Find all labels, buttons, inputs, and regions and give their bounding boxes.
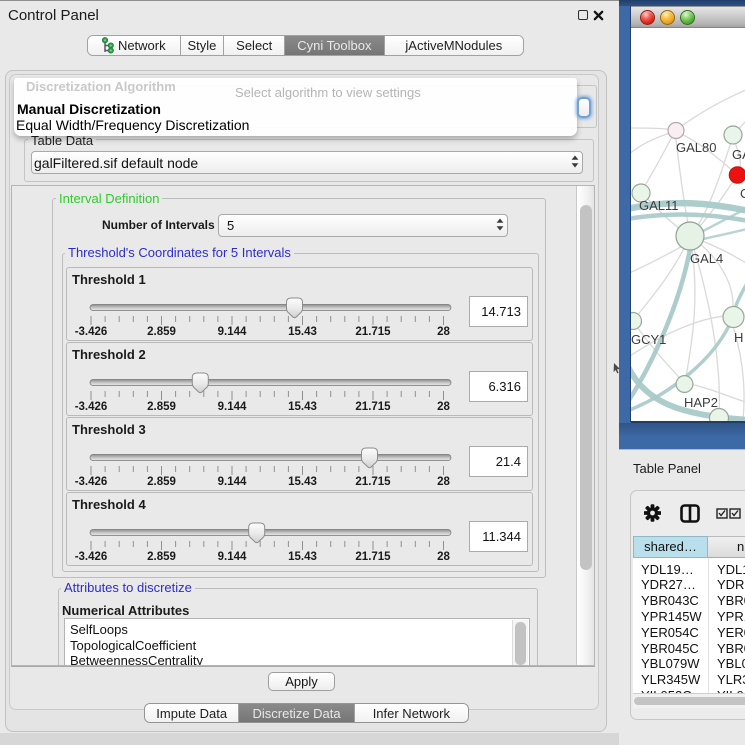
svg-text:28: 28 [437, 476, 450, 488]
svg-text:GAL11: GAL11 [639, 198, 679, 213]
svg-text:C: C [740, 186, 745, 201]
svg-text:H: H [734, 330, 743, 345]
svg-text:21.715: 21.715 [355, 551, 391, 563]
svg-text:15.43: 15.43 [288, 326, 317, 338]
svg-text:15.43: 15.43 [288, 401, 317, 413]
svg-text:-3.426: -3.426 [75, 551, 108, 563]
svg-text:GCY1: GCY1 [631, 332, 666, 347]
svg-text:-3.426: -3.426 [75, 326, 108, 338]
svg-text:2.859: 2.859 [147, 476, 176, 488]
svg-text:9.144: 9.144 [218, 551, 247, 563]
svg-text:-3.426: -3.426 [75, 476, 108, 488]
svg-text:2.859: 2.859 [147, 326, 176, 338]
svg-text:15.43: 15.43 [288, 551, 317, 563]
svg-text:GAL80: GAL80 [676, 140, 716, 155]
svg-text:28: 28 [437, 326, 450, 338]
svg-text:HAP2: HAP2 [684, 395, 718, 410]
svg-text:28: 28 [437, 551, 450, 563]
svg-text:21.715: 21.715 [355, 326, 391, 338]
svg-text:2.859: 2.859 [147, 551, 176, 563]
svg-text:2.859: 2.859 [147, 401, 176, 413]
svg-text:GA: GA [732, 147, 745, 162]
svg-text:9.144: 9.144 [218, 326, 247, 338]
svg-text:15.43: 15.43 [288, 476, 317, 488]
svg-text:28: 28 [437, 401, 450, 413]
svg-text:21.715: 21.715 [355, 401, 391, 413]
svg-text:-3.426: -3.426 [75, 401, 108, 413]
svg-text:9.144: 9.144 [218, 476, 247, 488]
svg-text:21.715: 21.715 [355, 476, 391, 488]
svg-text:GAL4: GAL4 [690, 251, 723, 266]
svg-text:9.144: 9.144 [218, 401, 247, 413]
